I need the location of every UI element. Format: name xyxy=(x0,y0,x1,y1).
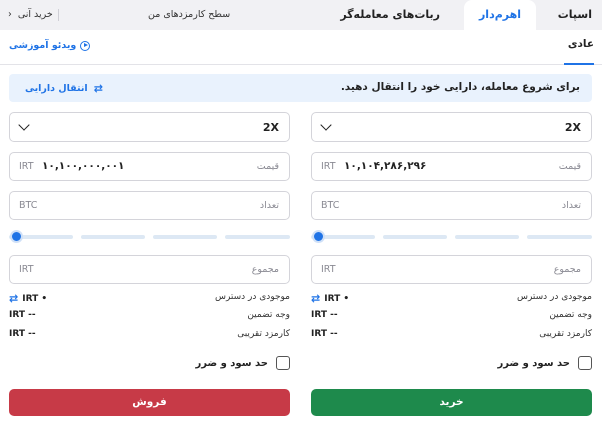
slider-segment xyxy=(81,235,145,239)
margin-label: وجه تضمین xyxy=(549,310,592,320)
tp-sl-row-sell: حد سود و ضرر xyxy=(9,356,290,372)
margin-value: IRT -- xyxy=(9,310,36,320)
slider-handle[interactable] xyxy=(10,230,23,243)
slider-segment xyxy=(383,235,447,239)
amount-unit: BTC xyxy=(321,200,340,211)
total-unit: IRT xyxy=(19,264,34,275)
sell-button[interactable]: فروش xyxy=(9,389,290,416)
fee-row-buy: کارمزد تقریبی IRT -- xyxy=(311,329,592,343)
price-field-buy[interactable]: قیمت IRT ۱۰,۱۰۴,۲۸۶,۲۹۶ xyxy=(311,152,592,181)
available-value: IRT • xyxy=(324,293,350,304)
header-divider xyxy=(58,9,59,21)
tp-sl-label: حد سود و ضرر xyxy=(497,358,570,369)
fee-label: کارمزد تقریبی xyxy=(539,329,592,339)
total-label: مجموع xyxy=(553,264,581,275)
total-field-buy[interactable]: مجموع IRT xyxy=(311,255,592,284)
chevron-down-icon xyxy=(18,119,30,131)
available-value-group: ⇄ IRT • xyxy=(311,292,349,305)
fee-value: IRT -- xyxy=(9,329,36,339)
tab-margin[interactable]: اهرم‌دار xyxy=(464,0,536,30)
slider-segment xyxy=(455,235,519,239)
available-row-buy: موجودی در دسترس ⇄ IRT • xyxy=(311,292,592,306)
amount-slider-sell[interactable] xyxy=(9,230,290,244)
swap-icon[interactable]: ⇄ xyxy=(311,292,320,305)
tp-sl-checkbox[interactable] xyxy=(578,356,592,370)
transfer-assets-link[interactable]: ⇄ انتقال دارایی xyxy=(25,82,103,95)
tutorial-video-link[interactable]: ویدئو آموزشی xyxy=(9,40,91,51)
leverage-value: 2X xyxy=(262,121,279,134)
price-value: ۱۰,۱۰۰,۰۰۰,۰۰۱ xyxy=(42,160,125,172)
chevron-left-icon: ‹ xyxy=(8,9,12,20)
total-unit: IRT xyxy=(321,264,336,275)
total-label: مجموع xyxy=(251,264,279,275)
margin-value: IRT -- xyxy=(311,310,338,320)
tab-spot[interactable]: اسپات xyxy=(558,0,592,30)
price-label: قیمت xyxy=(558,161,581,172)
amount-field-sell[interactable]: تعداد BTC xyxy=(9,191,290,220)
margin-label: وجه تضمین xyxy=(247,310,290,320)
instant-buy-link[interactable]: خرید آنی ‹ xyxy=(8,0,53,30)
banner-message: برای شروع معامله، دارایی خود را انتقال د… xyxy=(340,81,580,93)
buy-button[interactable]: خرید xyxy=(311,389,592,416)
slider-segment xyxy=(153,235,217,239)
sell-panel: 2X قیمت IRT ۱۰,۱۰۰,۰۰۰,۰۰۱ تعداد BTC مجم… xyxy=(9,112,290,422)
slider-handle[interactable] xyxy=(312,230,325,243)
tab-trading-bots[interactable]: ربات‌های معامله‌گر xyxy=(340,0,440,30)
fee-label: کارمزد تقریبی xyxy=(237,329,290,339)
amount-label: تعداد xyxy=(259,200,279,211)
price-value: ۱۰,۱۰۴,۲۸۶,۲۹۶ xyxy=(344,160,427,172)
available-label: موجودی در دسترس xyxy=(214,292,290,302)
transfer-banner: برای شروع معامله، دارایی خود را انتقال د… xyxy=(9,74,592,102)
tp-sl-row-buy: حد سود و ضرر xyxy=(311,356,592,372)
swap-icon: ⇄ xyxy=(93,82,103,95)
available-value: IRT • xyxy=(22,293,48,304)
available-row-sell: موجودی در دسترس ⇄ IRT • xyxy=(9,292,290,306)
tutorial-video-label: ویدئو آموزشی xyxy=(9,40,77,51)
buy-panel: 2X قیمت IRT ۱۰,۱۰۴,۲۸۶,۲۹۶ تعداد BTC مجم… xyxy=(311,112,592,422)
fee-value: IRT -- xyxy=(311,329,338,339)
active-tab-underline xyxy=(564,63,594,65)
mode-row: عادی ویدئو آموزشی xyxy=(0,30,602,65)
amount-unit: BTC xyxy=(19,200,38,211)
price-unit: IRT xyxy=(19,161,34,172)
instant-buy-label: خرید آنی xyxy=(17,9,53,20)
available-value-group: ⇄ IRT • xyxy=(9,292,47,305)
leverage-select-sell[interactable]: 2X xyxy=(9,112,290,142)
top-header: اسپات اهرم‌دار ربات‌های معامله‌گر سطح کا… xyxy=(0,0,602,30)
tab-normal[interactable]: عادی xyxy=(568,38,594,50)
tp-sl-checkbox[interactable] xyxy=(276,356,290,370)
leverage-select-buy[interactable]: 2X xyxy=(311,112,592,142)
amount-label: تعداد xyxy=(561,200,581,211)
available-label: موجودی در دسترس xyxy=(516,292,592,302)
margin-row-buy: وجه تضمین IRT -- xyxy=(311,310,592,324)
fee-level-link[interactable]: سطح کارمزدهای من xyxy=(148,0,230,30)
leverage-value: 2X xyxy=(564,121,581,134)
swap-icon[interactable]: ⇄ xyxy=(9,292,18,305)
price-label: قیمت xyxy=(256,161,279,172)
price-unit: IRT xyxy=(321,161,336,172)
price-field-sell[interactable]: قیمت IRT ۱۰,۱۰۰,۰۰۰,۰۰۱ xyxy=(9,152,290,181)
amount-slider-buy[interactable] xyxy=(311,230,592,244)
transfer-assets-label: انتقال دارایی xyxy=(25,83,88,94)
slider-segment xyxy=(527,235,592,239)
fee-row-sell: کارمزد تقریبی IRT -- xyxy=(9,329,290,343)
total-field-sell[interactable]: مجموع IRT xyxy=(9,255,290,284)
slider-segment xyxy=(225,235,290,239)
amount-field-buy[interactable]: تعداد BTC xyxy=(311,191,592,220)
chevron-down-icon xyxy=(320,119,332,131)
margin-row-sell: وجه تضمین IRT -- xyxy=(9,310,290,324)
play-icon xyxy=(80,40,91,51)
tp-sl-label: حد سود و ضرر xyxy=(195,358,268,369)
